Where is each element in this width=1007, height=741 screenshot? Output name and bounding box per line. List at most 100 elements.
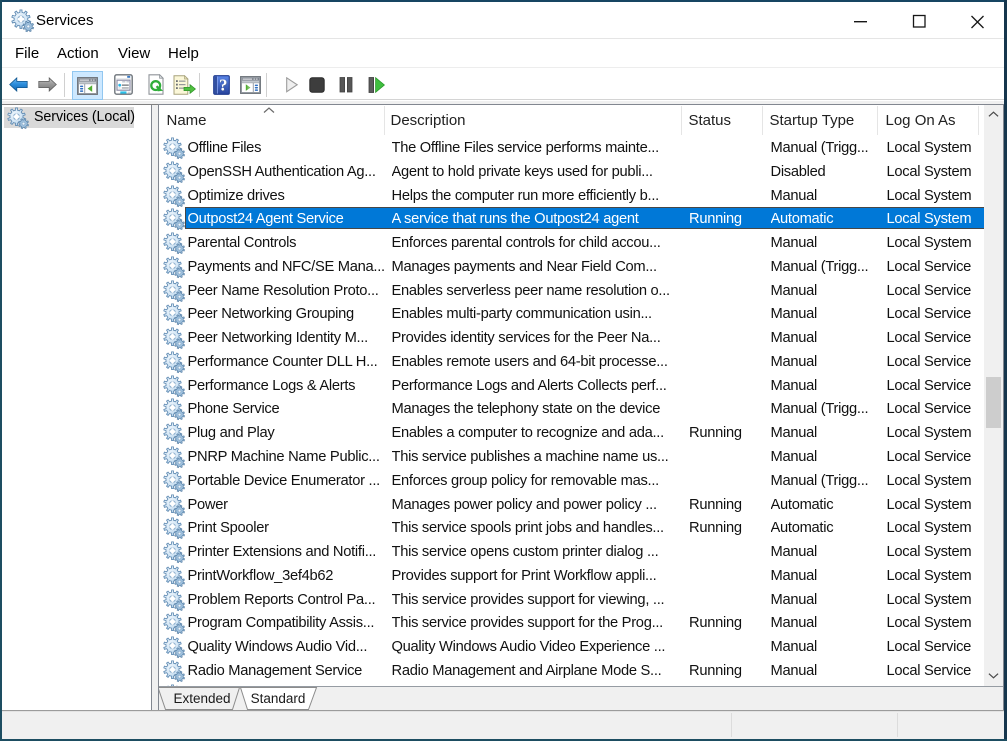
title-bar: Services bbox=[2, 2, 1004, 38]
service-gear-icon bbox=[163, 232, 184, 253]
service-startup-type: Manual bbox=[771, 611, 874, 634]
service-row[interactable]: Peer Networking GroupingEnables multi-pa… bbox=[159, 302, 984, 326]
service-description: Enforces group policy for removable mas.… bbox=[392, 469, 677, 492]
service-name: Peer Name Resolution Proto... bbox=[188, 279, 384, 302]
service-name: Problem Reports Control Pa... bbox=[188, 588, 384, 611]
window-border bbox=[0, 0, 1007, 2]
menu-view[interactable]: View bbox=[118, 39, 150, 67]
service-row[interactable]: Performance Logs & AlertsPerformance Log… bbox=[159, 374, 984, 398]
service-row[interactable]: Parental ControlsEnforces parental contr… bbox=[159, 231, 984, 255]
service-startup-type: Manual bbox=[771, 184, 874, 207]
service-startup-type: Manual bbox=[771, 279, 874, 302]
service-row[interactable]: Problem Reports Control Pa...This servic… bbox=[159, 588, 984, 612]
column-divider[interactable] bbox=[762, 106, 763, 135]
column-header-name[interactable]: Name bbox=[167, 105, 207, 135]
service-row[interactable]: PrintWorkflow_3ef4b62Provides support fo… bbox=[159, 564, 984, 588]
column-divider[interactable] bbox=[877, 106, 878, 135]
close-button[interactable] bbox=[946, 2, 1004, 38]
service-gear-icon bbox=[163, 589, 184, 610]
service-row[interactable]: Payments and NFC/SE Mana...Manages payme… bbox=[159, 255, 984, 279]
back-button[interactable] bbox=[4, 71, 32, 98]
service-gear-icon bbox=[163, 208, 184, 229]
service-log-on-as: Local System bbox=[887, 540, 980, 563]
service-row[interactable]: PNRP Machine Name Public...This service … bbox=[159, 445, 984, 469]
service-row[interactable]: Portable Device Enumerator ...Enforces g… bbox=[159, 469, 984, 493]
service-name: Parental Controls bbox=[188, 231, 384, 254]
service-startup-type: Manual bbox=[771, 231, 874, 254]
service-startup-type: Manual bbox=[771, 302, 874, 325]
service-gear-icon bbox=[163, 185, 184, 206]
tab-standard[interactable]: Standard bbox=[248, 687, 308, 710]
sort-ascending-icon bbox=[263, 107, 275, 113]
column-divider[interactable] bbox=[681, 106, 682, 135]
service-status bbox=[689, 302, 757, 325]
service-row[interactable]: Print SpoolerThis service spools print j… bbox=[159, 516, 984, 540]
service-row[interactable]: Outpost24 Agent ServiceA service that ru… bbox=[159, 207, 984, 231]
service-row[interactable]: Quality Windows Audio Vid...Quality Wind… bbox=[159, 635, 984, 659]
service-row[interactable]: Phone ServiceManages the telephony state… bbox=[159, 397, 984, 421]
column-header-status[interactable]: Status bbox=[689, 105, 732, 135]
window-border[interactable] bbox=[0, 0, 2, 741]
scrollbar-thumb[interactable] bbox=[986, 377, 1001, 428]
service-row[interactable]: Printer Extensions and Notifi...This ser… bbox=[159, 540, 984, 564]
service-row[interactable]: Offline FilesThe Offline Files service p… bbox=[159, 136, 984, 160]
column-divider[interactable] bbox=[978, 106, 979, 135]
scroll-up-icon[interactable] bbox=[988, 111, 999, 117]
service-row[interactable]: Plug and PlayEnables a computer to recog… bbox=[159, 421, 984, 445]
service-status bbox=[689, 326, 757, 349]
service-status bbox=[689, 564, 757, 587]
service-row[interactable]: Peer Name Resolution Proto... Enables ser… bbox=[159, 279, 984, 303]
forward-button[interactable] bbox=[33, 71, 61, 98]
service-status: Running bbox=[689, 421, 757, 444]
service-log-on-as: Local System bbox=[887, 421, 980, 444]
service-description: Helps the computer run more efficiently … bbox=[392, 184, 677, 207]
export-list-button[interactable] bbox=[170, 71, 198, 98]
service-startup-type: Manual bbox=[771, 588, 874, 611]
service-row[interactable]: Program Compatibility Assis...This servi… bbox=[159, 611, 984, 635]
scroll-down-icon[interactable] bbox=[988, 673, 999, 679]
service-status: Running bbox=[689, 493, 757, 516]
column-divider[interactable] bbox=[384, 106, 385, 135]
service-description: Quality Windows Audio Video Experience .… bbox=[392, 635, 677, 658]
service-status bbox=[689, 136, 757, 159]
properties-button[interactable] bbox=[109, 71, 137, 98]
show-hide-action-pane-button[interactable] bbox=[236, 71, 264, 98]
service-status bbox=[689, 445, 757, 468]
statusbar-divider bbox=[897, 713, 898, 737]
service-row[interactable]: PowerManages power policy and power poli… bbox=[159, 493, 984, 517]
service-row[interactable]: Optimize drivesHelps the computer run mo… bbox=[159, 184, 984, 208]
service-status bbox=[689, 540, 757, 563]
tab-extended[interactable]: Extended bbox=[172, 687, 232, 710]
service-row[interactable]: Radio Management ServiceRadio Management… bbox=[159, 659, 984, 683]
forward-icon bbox=[38, 77, 57, 92]
service-log-on-as: Local System bbox=[887, 611, 980, 634]
pause-service-button[interactable] bbox=[332, 71, 360, 98]
pause-icon bbox=[339, 77, 353, 93]
column-header-log-on-as[interactable]: Log On As bbox=[886, 105, 956, 135]
menu-help[interactable]: Help bbox=[168, 39, 199, 67]
restart-service-button[interactable] bbox=[362, 71, 390, 98]
service-row[interactable]: OpenSSH Authentication Ag...Agent to hol… bbox=[159, 160, 984, 184]
column-header-description[interactable]: Description bbox=[391, 105, 466, 135]
start-service-button[interactable] bbox=[278, 71, 306, 98]
restart-icon bbox=[368, 77, 385, 93]
console-tree-pane: Services (Local) bbox=[2, 105, 152, 710]
menu-action[interactable]: Action bbox=[57, 39, 99, 67]
service-description: Enables serverless peer name resolution … bbox=[392, 279, 677, 302]
service-row[interactable]: Peer Networking Identity M...Provides id… bbox=[159, 326, 984, 350]
show-hide-console-tree-button[interactable] bbox=[72, 71, 103, 100]
maximize-button[interactable] bbox=[888, 2, 946, 38]
help-button[interactable]: ? bbox=[207, 71, 235, 98]
menu-file[interactable]: File bbox=[15, 39, 39, 67]
service-description: Manages payments and Near Field Com... bbox=[392, 255, 677, 278]
refresh-button[interactable] bbox=[142, 71, 170, 98]
column-header-startup-type[interactable]: Startup Type bbox=[770, 105, 855, 135]
service-startup-type: Manual bbox=[771, 659, 874, 682]
service-status: Running bbox=[689, 611, 757, 634]
minimize-button[interactable] bbox=[830, 2, 888, 38]
service-name: Radio Management Service bbox=[188, 659, 384, 682]
service-startup-type: Manual (Trigg... bbox=[771, 136, 874, 159]
stop-service-button[interactable] bbox=[303, 71, 331, 98]
service-row[interactable]: Performance Counter DLL H...Enables remo… bbox=[159, 350, 984, 374]
service-gear-icon bbox=[163, 446, 184, 467]
